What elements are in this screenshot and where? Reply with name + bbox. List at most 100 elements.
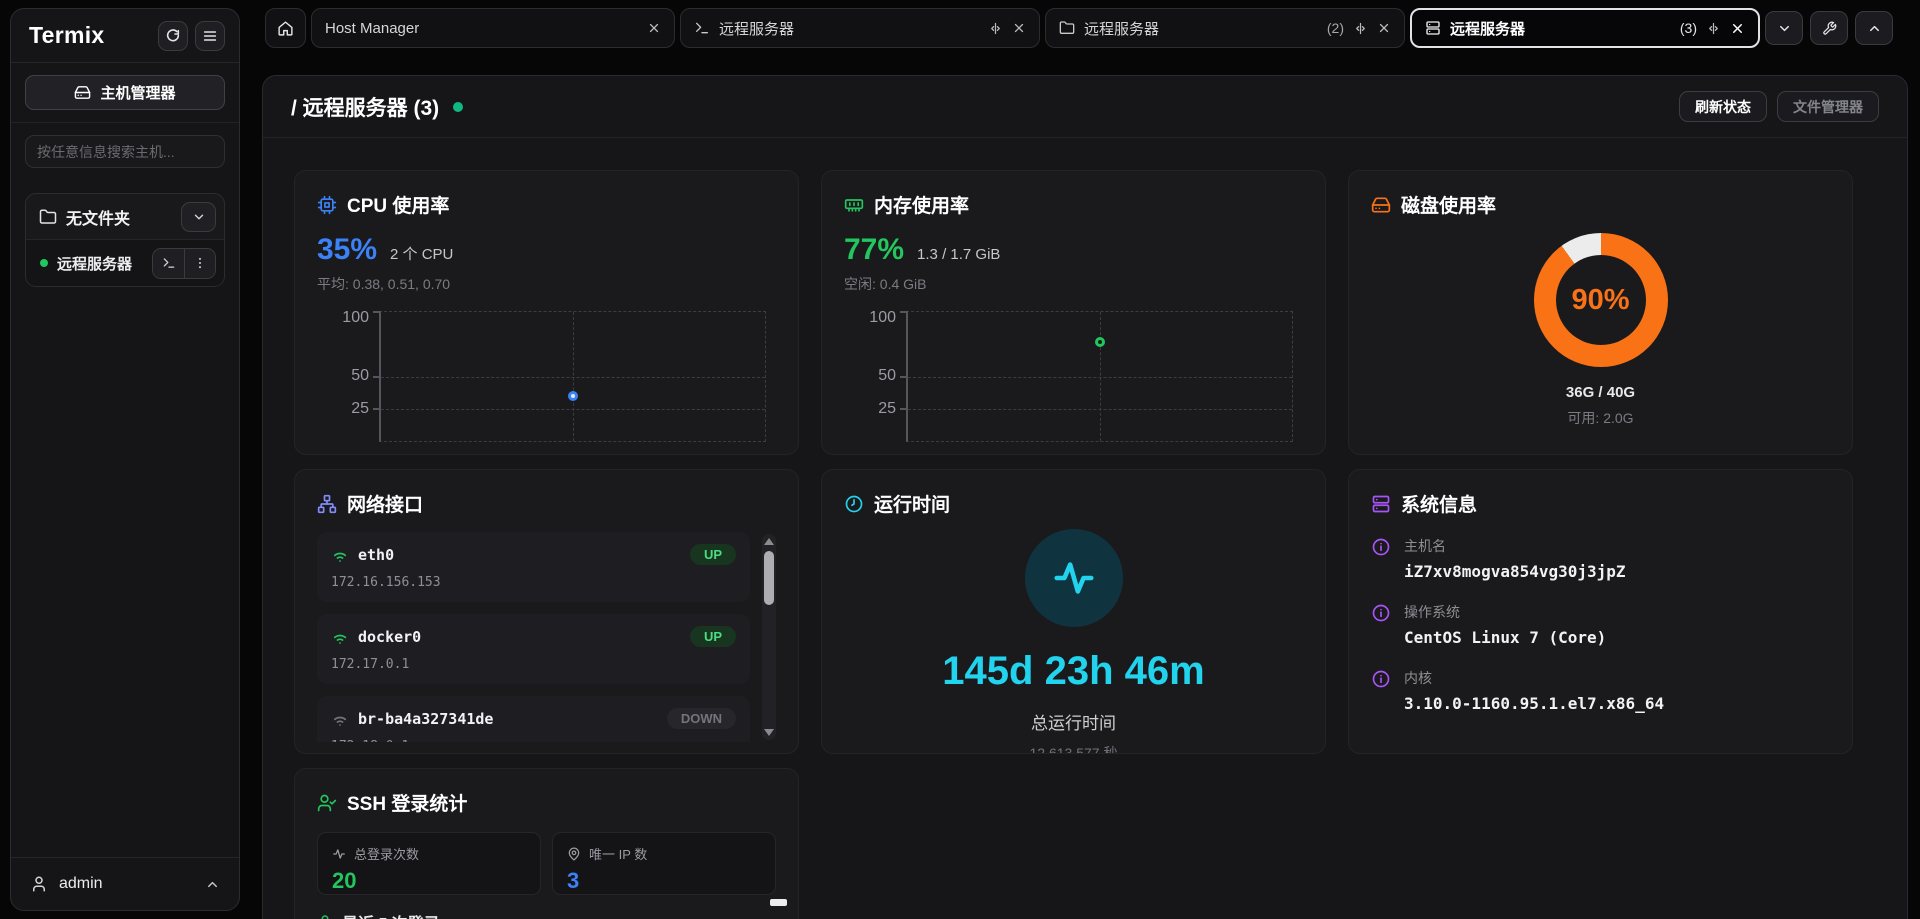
activity-icon [332,847,346,861]
info-label: 主机名 [1404,538,1446,554]
interface-ip: 172.18.0.1 [331,739,736,742]
tab-label: 远程服务器 [719,20,795,38]
host-manager-button[interactable]: 主机管理器 [25,75,225,110]
folder-group: 无文件夹 远程服务器 [25,193,225,287]
memory-total: 1.3 / 1.7 GiB [917,246,1001,263]
tab-scroll-up-button[interactable] [1855,11,1893,45]
interface-ip: 172.16.156.153 [331,575,441,590]
tab-label: Host Manager [325,19,420,37]
server-stack-icon [1371,494,1391,514]
split-view-icon[interactable] [1706,21,1721,36]
user-check-icon [317,793,337,813]
server-stats-panel: / 远程服务器 (3) 刷新状态 文件管理器 CPU 使用率 35% 2 个 C… [262,75,1908,919]
search-input[interactable] [25,135,225,168]
tab-actions [1765,8,1893,48]
recent-logins-label: 最近 5 次登录 [342,910,440,919]
y-tick: 100 [869,309,896,326]
home-icon [277,20,294,37]
info-icon [1371,603,1391,647]
tab-file-manager-server[interactable]: 远程服务器 (2) [1045,8,1405,48]
open-terminal-button[interactable] [153,248,184,278]
online-status-dot [453,101,464,112]
folder-header[interactable]: 无文件夹 [26,194,224,239]
system-info-row: 操作系统 CentOS Linux 7 (Core) [1371,602,1830,647]
sidebar-item-server[interactable]: 远程服务器 [26,239,224,286]
user-icon [30,875,48,893]
interface-name: docker0 [358,627,422,646]
total-logins-stat: 总登录次数 20 [317,832,541,895]
interface-name: br-ba4a327341de [358,709,494,728]
terminal-icon [162,256,176,270]
scroll-down-arrow[interactable] [764,729,774,736]
disk-free-text: 可用: 2.0G [1567,410,1634,426]
close-tab-icon[interactable] [1730,21,1745,36]
scrollbar[interactable] [762,534,776,740]
online-status-dot [40,259,48,267]
wifi-icon [331,628,349,646]
split-view-icon[interactable] [1353,21,1368,36]
info-icon [1371,669,1391,713]
close-tab-icon[interactable] [1012,21,1026,35]
user-name: admin [59,875,103,892]
activity-circle [1024,529,1123,627]
panel-header: / 远程服务器 (3) 刷新状态 文件管理器 [263,76,1907,138]
folder-collapse-button[interactable] [181,201,216,232]
interface-row: eth0 UP 172.16.156.153 [317,532,750,602]
refresh-status-button[interactable]: 刷新状态 [1679,91,1767,122]
disk-card: 磁盘使用率 90% 36G / 40G 可用: 2.0G [1348,170,1853,455]
tab-label: 远程服务器 [1084,20,1160,38]
recent-logins-section: 最近 5 次登录 [317,910,776,919]
interface-row: docker0 UP 172.17.0.1 [317,614,750,684]
ssh-stats-card: SSH 登录统计 总登录次数 20 唯一 IP 数 3 [294,768,799,919]
menu-button[interactable] [195,20,225,51]
chart-data-point [1095,336,1105,347]
stat-value: 3 [567,868,580,893]
sidebar-header: Termix [11,9,239,63]
folder-icon [39,208,57,226]
scroll-up-arrow[interactable] [764,538,774,545]
server-item-label: 远程服务器 [57,255,133,273]
tools-button[interactable] [1810,11,1848,45]
stat-value: 20 [332,868,357,893]
system-info-row: 主机名 iZ7xv8mogva854vg30j3jpZ [1371,536,1830,581]
chevron-up-icon [1867,21,1882,36]
split-view-icon[interactable] [988,21,1003,36]
interface-ip: 172.17.0.1 [331,657,410,672]
info-label: 内核 [1404,670,1432,686]
lock-icon [317,914,333,919]
uptime-card: 运行时间 145d 23h 46m 总运行时间 12,613,577 秒 [821,469,1326,754]
terminal-icon [694,20,710,36]
y-tick: 25 [351,400,369,417]
tab-scroll-down-button[interactable] [1765,11,1803,45]
stats-grid: CPU 使用率 35% 2 个 CPU 平均: 0.38, 0.51, 0.70… [263,138,1907,919]
app-logo: Termix [29,22,105,48]
search-section [11,123,239,180]
uptime-seconds: 12,613,577 秒 [1029,745,1118,754]
file-manager-button[interactable]: 文件管理器 [1777,91,1879,122]
status-badge: DOWN [666,708,736,729]
close-tab-icon[interactable] [1377,21,1391,35]
scrollbar-thumb-fragment[interactable] [770,899,787,906]
status-badge: UP [689,544,736,565]
card-title: 磁盘使用率 [1401,196,1497,217]
tab-terminal-server[interactable]: 远程服务器 [680,8,1040,48]
card-title: 网络接口 [347,495,424,516]
stat-label: 总登录次数 [354,847,420,862]
system-info-row: 内核 3.10.0-1160.95.1.el7.x86_64 [1371,668,1830,713]
termix-app: Termix 主机管理器 按任意信息搜索主机... 无文件夹 远程服务器 adm… [0,0,1920,919]
tab-server-stats-active[interactable]: 远程服务器 (3) [1410,8,1760,48]
card-title: SSH 登录统计 [347,794,468,815]
user-menu[interactable]: admin [11,857,239,910]
tab-host-manager[interactable]: Host Manager [311,8,675,48]
refresh-button[interactable] [158,20,188,51]
close-tab-icon[interactable] [647,21,661,35]
tab-count: (2) [1326,20,1344,36]
tab-home[interactable] [265,8,306,48]
chevron-down-icon [192,210,206,224]
y-tick: 50 [351,367,369,384]
activity-pulse-icon [1051,555,1097,601]
card-title: 系统信息 [1401,495,1478,516]
server-menu-button[interactable] [184,248,215,278]
scrollbar-thumb[interactable] [764,551,774,605]
hostname-value: iZ7xv8mogva854vg30j3jpZ [1404,562,1626,581]
